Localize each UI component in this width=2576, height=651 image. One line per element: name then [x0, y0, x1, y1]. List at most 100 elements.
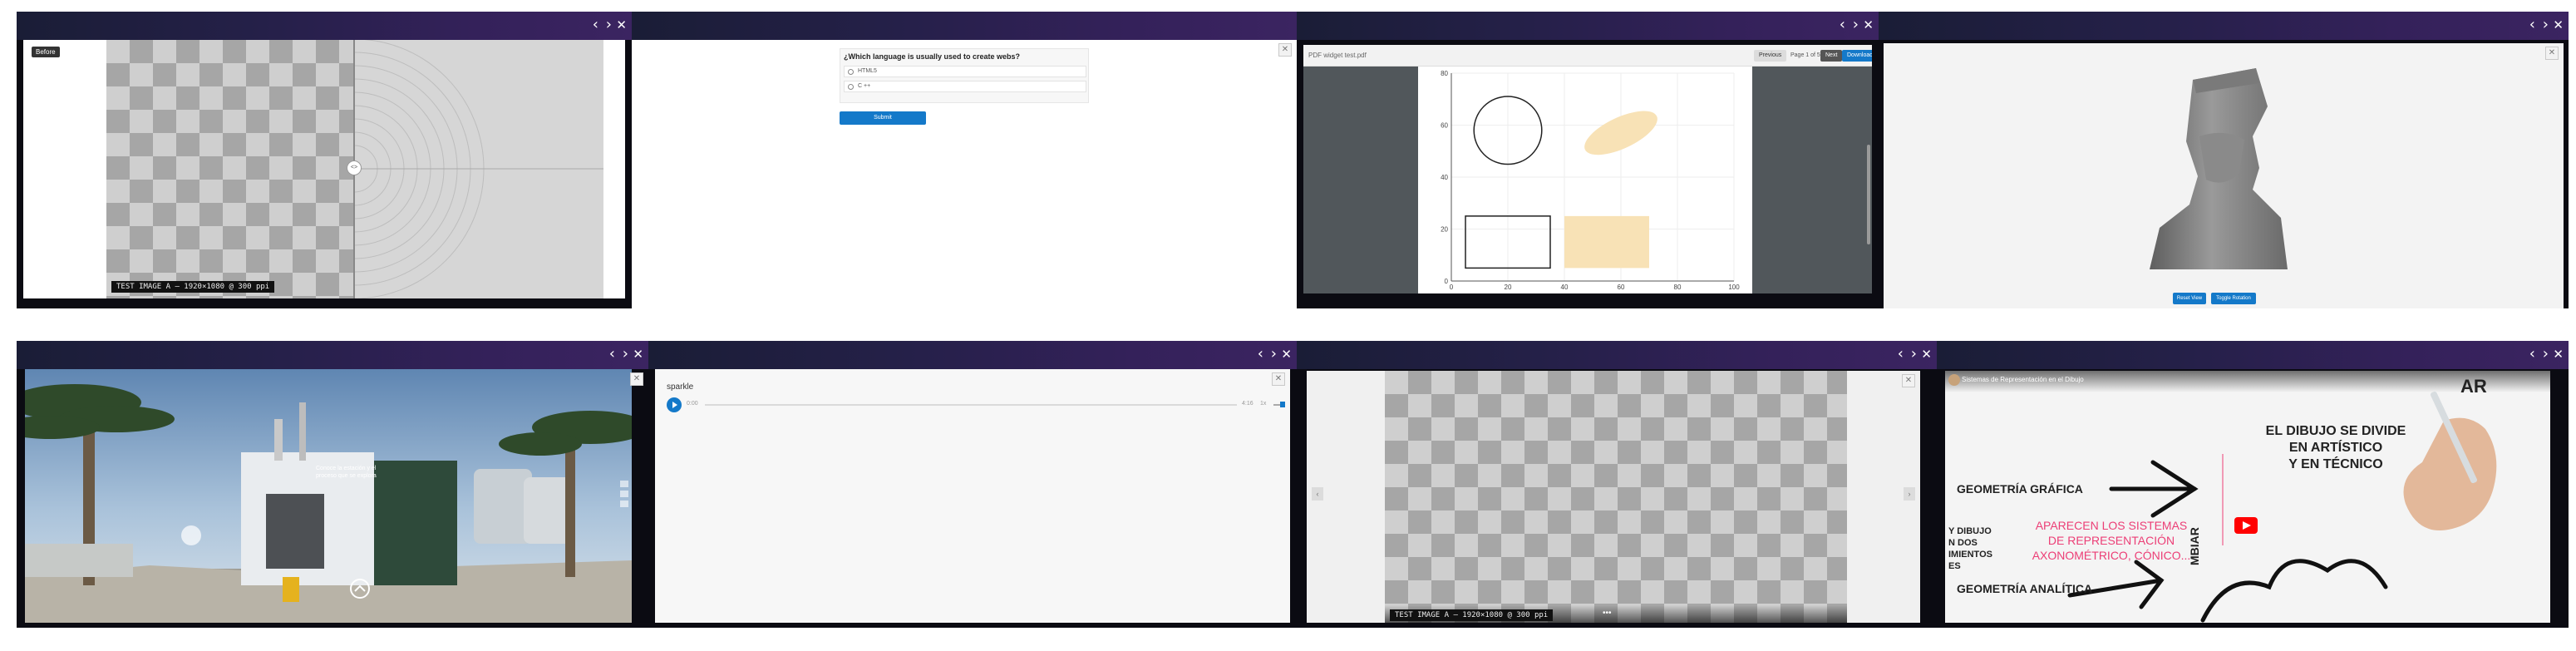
close-window-icon[interactable]: ✕ [2553, 346, 2564, 362]
quiz-option[interactable]: C ++ [844, 81, 1086, 92]
control-icon[interactable] [620, 481, 628, 487]
gallery-panel: ✕ TEST IMAGE A — 1920×1080 @ 300 ppi •••… [1307, 371, 1920, 623]
prev-window-icon[interactable]: ‹ [2529, 17, 2535, 33]
y-tick-label: 0 [1445, 278, 1449, 285]
toggle-rotation-button[interactable]: Toggle Rotation [2211, 293, 2256, 304]
left-partial-text: Y DIBUJO N DOS IMIENTOS ES [1948, 526, 1992, 571]
y-tick-label: 80 [1441, 70, 1448, 77]
pdf-scrollbar[interactable] [1867, 145, 1870, 244]
titlebar [1937, 341, 2569, 369]
y-tick-label: 40 [1441, 174, 1448, 181]
before-image [106, 40, 354, 298]
prev-window-icon[interactable]: ‹ [1840, 17, 1845, 33]
after-image [354, 40, 603, 298]
window-image-comparison: ‹ › ✕ Before <> TEST IMAGE A — 1920×1080… [17, 12, 632, 308]
gallery-prev-button[interactable]: ‹ [1312, 487, 1323, 501]
panel-close-icon[interactable]: ✕ [1902, 374, 1915, 387]
x-tick-label: 100 [1728, 284, 1740, 291]
prev-window-icon[interactable]: ‹ [2529, 346, 2535, 362]
pdf-page: 0 20 40 60 80 100 0 20 40 60 80 [1418, 67, 1752, 293]
current-time: 0:00 [687, 401, 698, 407]
x-tick-label: 60 [1618, 284, 1625, 291]
titlebar [1297, 341, 1937, 369]
track-title: sparkle [667, 382, 694, 392]
download-button[interactable]: Download [1842, 50, 1872, 62]
window-video: ‹ › ✕ Sistemas de Representación en el D… [1937, 341, 2569, 628]
pdf-right-gutter [1752, 67, 1872, 293]
prev-window-icon[interactable]: ‹ [1898, 346, 1904, 362]
bust-model[interactable] [1884, 43, 2564, 308]
comparison-handle[interactable]: <> [347, 160, 362, 175]
cambiar-text: MBIAR [2188, 527, 2201, 565]
pdf-chart: 0 20 40 60 80 100 0 20 40 60 80 [1441, 70, 1740, 291]
titlebar [17, 341, 648, 369]
quiz-question: ¿Which language is usually used to creat… [844, 52, 1021, 61]
radio-icon[interactable] [848, 84, 854, 90]
titlebar [632, 12, 1297, 40]
control-icon[interactable] [620, 491, 628, 497]
close-window-icon[interactable]: ✕ [633, 346, 643, 362]
quiz-option[interactable]: HTML5 [844, 66, 1086, 77]
play-button[interactable] [667, 397, 682, 412]
hotspot-label[interactable]: Conoce la estación y el proceso que se e… [316, 465, 382, 480]
close-window-icon[interactable]: ✕ [1921, 346, 1932, 362]
before-label: Before [32, 47, 60, 57]
prev-window-icon[interactable]: ‹ [609, 346, 615, 362]
submit-button[interactable]: Submit [840, 111, 926, 125]
y-tick-label: 20 [1441, 226, 1448, 234]
volume-knob[interactable] [1280, 402, 1285, 407]
next-window-icon[interactable]: › [1911, 346, 1917, 362]
video-panel[interactable]: Sistemas de Representación en el Dibujo … [1945, 371, 2550, 623]
after-image-rings [354, 40, 603, 298]
control-icon[interactable] [620, 501, 628, 507]
x-tick-label: 0 [1450, 284, 1454, 291]
previous-page-button[interactable]: Previous [1754, 50, 1787, 62]
y-tick-label: 60 [1441, 122, 1448, 130]
pdf-toolbar: PDF widget test.pdf Previous Page 1 of 5… [1303, 45, 1872, 67]
quiz-panel: ✕ ¿Which language is usually used to cre… [632, 40, 1297, 308]
gallery-next-button[interactable]: › [1904, 487, 1915, 501]
next-page-button[interactable]: Next [1820, 50, 1843, 62]
titlebar [1297, 12, 1879, 40]
close-window-icon[interactable]: ✕ [616, 17, 627, 33]
panel-close-icon[interactable]: ✕ [1272, 372, 1285, 386]
close-window-icon[interactable]: ✕ [2553, 17, 2564, 33]
next-window-icon[interactable]: › [2543, 17, 2549, 33]
radio-icon[interactable] [848, 69, 854, 75]
window-audio-player: ‹ › ✕ ✕ sparkle 0:00 4:16 1x [648, 341, 1297, 628]
panorama-panel[interactable]: Conoce la estación y el proceso que se e… [25, 369, 632, 623]
next-window-icon[interactable]: › [623, 346, 628, 362]
close-window-icon[interactable]: ✕ [1863, 17, 1874, 33]
window-pdf-viewer: ‹ › ✕ PDF widget test.pdf Previous Page … [1297, 12, 1879, 308]
next-window-icon[interactable]: › [1853, 17, 1859, 33]
next-window-icon[interactable]: › [1271, 346, 1277, 362]
panel-close-icon[interactable]: ✕ [630, 372, 643, 386]
window-gallery: ‹ › ✕ ✕ TEST IMAGE A — 1920×1080 @ 300 p… [1297, 341, 1937, 628]
image-caption: TEST IMAGE A — 1920×1080 @ 300 ppi [111, 281, 275, 293]
prev-window-icon[interactable]: ‹ [593, 17, 598, 33]
reset-view-button[interactable]: Reset View [2173, 293, 2206, 304]
close-window-icon[interactable]: ✕ [1281, 346, 1292, 362]
gallery-dots[interactable]: ••• [1603, 609, 1612, 618]
side-controls [620, 477, 628, 544]
window-3d-model: ‹ › ✕ ✕ Reset View Toggle Rotation [1879, 12, 2569, 308]
next-window-icon[interactable]: › [2543, 346, 2549, 362]
titlebar [1879, 12, 2569, 40]
page-indicator: Page 1 of 5 [1790, 52, 1820, 58]
image-caption: TEST IMAGE A — 1920×1080 @ 300 ppi [1390, 609, 1554, 621]
pdf-filename: PDF widget test.pdf [1308, 52, 1367, 59]
desktop: ‹ › ✕ Before <> TEST IMAGE A — 1920×1080… [0, 0, 2576, 651]
pdf-panel: PDF widget test.pdf Previous Page 1 of 5… [1303, 45, 1872, 293]
comparison-panel: Before <> TEST IMAGE A — 1920×1080 @ 300… [23, 40, 625, 298]
x-tick-label: 80 [1674, 284, 1682, 291]
playback-speed[interactable]: 1x [1260, 401, 1266, 407]
panorama-image[interactable] [25, 369, 632, 623]
geometria-analitica: GEOMETRÍA ANALÍTICA [1957, 582, 2093, 595]
next-window-icon[interactable]: › [606, 17, 612, 33]
prev-window-icon[interactable]: ‹ [1258, 346, 1263, 362]
x-tick-label: 20 [1505, 284, 1512, 291]
titlebar [17, 12, 632, 40]
gallery-image [1385, 371, 1847, 623]
panel-close-icon[interactable]: ✕ [1278, 43, 1292, 57]
seek-bar[interactable] [705, 404, 1237, 406]
